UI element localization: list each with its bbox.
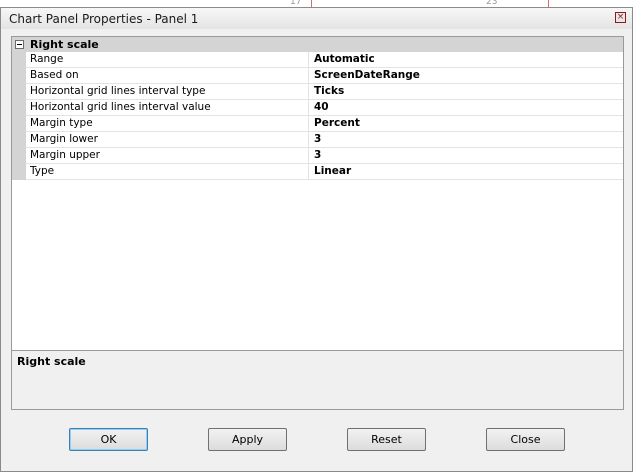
property-row-based-on[interactable]: Based on ScreenDateRange [12, 68, 623, 84]
property-grid[interactable]: Right scale Range Automatic Based on Scr… [11, 36, 624, 353]
column-divider [308, 52, 309, 68]
ok-button[interactable]: OK [69, 428, 148, 451]
property-row-margin-type[interactable]: Margin type Percent [12, 116, 623, 132]
background-chart-line [311, 0, 312, 7]
background-tick-label: 17 [290, 0, 302, 7]
property-value[interactable]: Linear [314, 165, 351, 177]
property-row-range[interactable]: Range Automatic [12, 52, 623, 68]
row-margin [12, 100, 26, 116]
properties-dialog: Chart Panel Properties - Panel 1 × Right… [0, 7, 633, 472]
row-margin [12, 116, 26, 132]
description-title: Right scale [17, 355, 86, 368]
row-margin [12, 68, 26, 84]
property-value[interactable]: ScreenDateRange [314, 69, 420, 81]
column-divider [308, 164, 309, 180]
row-margin [12, 132, 26, 148]
property-name: Range [30, 53, 64, 65]
property-name: Based on [30, 69, 79, 81]
property-name: Type [30, 165, 55, 177]
property-value[interactable]: Ticks [314, 85, 344, 97]
category-row-right-scale[interactable]: Right scale [12, 37, 623, 52]
property-row-margin-upper[interactable]: Margin upper 3 [12, 148, 623, 164]
background-tick-label: 23 [486, 0, 498, 7]
property-name: Horizontal grid lines interval type [30, 85, 206, 97]
column-divider [308, 100, 309, 116]
property-name: Margin lower [30, 133, 98, 145]
background-chart-line [548, 0, 549, 7]
property-value[interactable]: Percent [314, 117, 360, 129]
title-bar[interactable]: Chart Panel Properties - Panel 1 × [1, 8, 632, 29]
apply-button[interactable]: Apply [208, 428, 287, 451]
column-divider [308, 132, 309, 148]
property-value[interactable]: 40 [314, 101, 329, 113]
category-label: Right scale [30, 38, 99, 51]
close-icon[interactable]: × [615, 12, 626, 23]
property-value[interactable]: 3 [314, 133, 321, 145]
property-name: Margin type [30, 117, 93, 129]
collapse-icon[interactable] [15, 40, 24, 49]
property-value[interactable]: 3 [314, 149, 321, 161]
property-row-grid-interval-type[interactable]: Horizontal grid lines interval type Tick… [12, 84, 623, 100]
description-panel: Right scale [11, 350, 624, 410]
property-name: Horizontal grid lines interval value [30, 101, 211, 113]
property-row-margin-lower[interactable]: Margin lower 3 [12, 132, 623, 148]
row-margin [12, 164, 26, 180]
row-margin [12, 84, 26, 100]
close-button[interactable]: Close [486, 428, 565, 451]
property-value[interactable]: Automatic [314, 53, 375, 65]
reset-button[interactable]: Reset [347, 428, 426, 451]
column-divider [308, 84, 309, 100]
property-row-type[interactable]: Type Linear [12, 164, 623, 180]
property-row-grid-interval-value[interactable]: Horizontal grid lines interval value 40 [12, 100, 623, 116]
property-name: Margin upper [30, 149, 100, 161]
row-margin [12, 52, 26, 68]
column-divider [308, 148, 309, 164]
column-divider [308, 68, 309, 84]
dialog-title: Chart Panel Properties - Panel 1 [9, 12, 199, 26]
row-margin [12, 148, 26, 164]
column-divider [308, 116, 309, 132]
